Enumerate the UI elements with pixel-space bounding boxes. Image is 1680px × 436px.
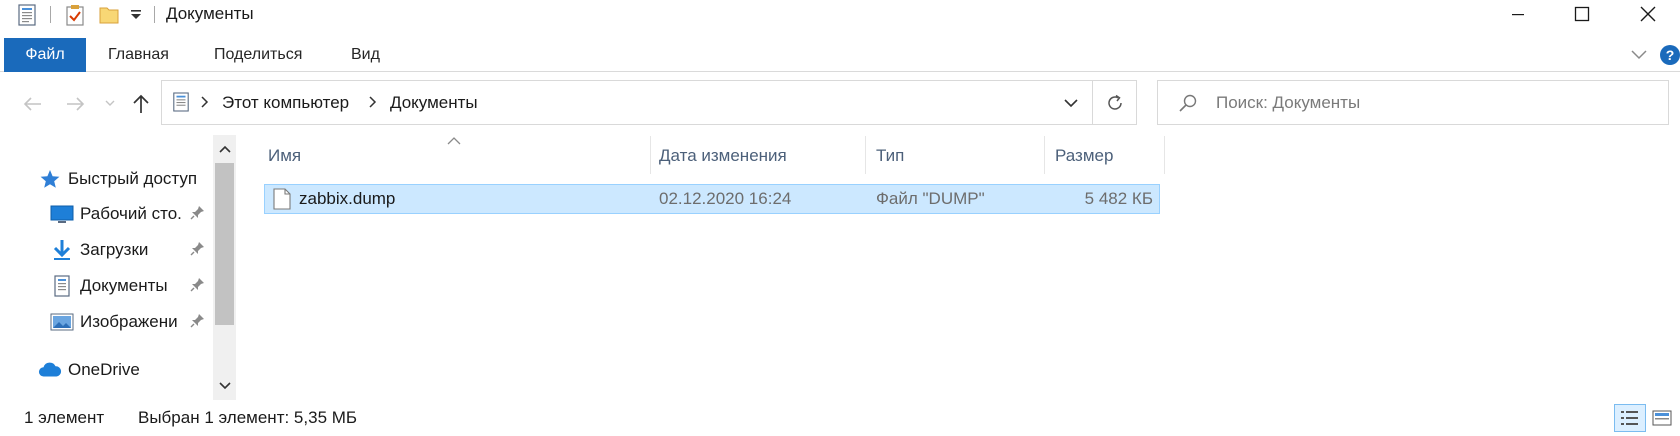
- back-button[interactable]: [16, 88, 48, 120]
- separator: [50, 6, 51, 23]
- maximize-button[interactable]: [1550, 0, 1614, 28]
- search-icon: [1178, 93, 1198, 118]
- tab-share[interactable]: Поделиться: [214, 38, 302, 72]
- forward-button[interactable]: [60, 88, 92, 120]
- chevron-down-icon: [105, 100, 115, 106]
- title-bar: Документы: [0, 0, 1680, 30]
- address-bar[interactable]: Этот компьютер Документы: [161, 80, 1093, 125]
- column-separator[interactable]: [1164, 136, 1165, 174]
- scroll-thumb[interactable]: [215, 163, 234, 325]
- file-date: 02.12.2020 16:24: [659, 189, 792, 208]
- column-header-type[interactable]: Тип: [876, 140, 904, 172]
- sort-ascending-icon: [447, 132, 461, 150]
- file-row[interactable]: zabbix.dump 02.12.2020 16:24 Файл "DUMP"…: [264, 184, 1160, 214]
- breadcrumb-chevron-icon[interactable]: [200, 95, 210, 114]
- downloads-icon: [50, 238, 74, 262]
- chevron-down-icon: [1064, 98, 1078, 107]
- document-folder-icon: [172, 91, 190, 118]
- tab-file[interactable]: Файл: [4, 38, 86, 72]
- pin-icon[interactable]: [188, 238, 208, 258]
- nav-label: OneDrive: [68, 360, 140, 379]
- star-icon: [38, 167, 62, 191]
- file-icon: [273, 188, 291, 215]
- window-title: Документы: [166, 4, 254, 23]
- nav-label: Рабочий сто.: [80, 204, 182, 223]
- documents-icon: [50, 274, 74, 298]
- search-input[interactable]: Поиск: Документы: [1216, 93, 1360, 113]
- refresh-button[interactable]: [1093, 80, 1137, 125]
- scroll-up-icon[interactable]: [213, 137, 236, 161]
- tab-view[interactable]: Вид: [351, 38, 380, 72]
- nav-item-onedrive[interactable]: OneDrive: [38, 355, 140, 385]
- pin-icon[interactable]: [188, 310, 208, 330]
- nav-label: Быстрый доступ: [68, 169, 198, 188]
- breadcrumb-chevron-icon[interactable]: [368, 95, 378, 114]
- search-box[interactable]: Поиск: Документы: [1157, 80, 1669, 125]
- pin-icon[interactable]: [188, 274, 208, 294]
- navigation-pane: Быстрый доступ Рабочий сто. Загрузки Док…: [0, 135, 238, 400]
- status-bar: 1 элемент Выбран 1 элемент: 5,35 МБ: [0, 402, 1680, 432]
- nav-scrollbar[interactable]: [213, 135, 236, 400]
- separator: [154, 6, 155, 23]
- refresh-icon: [1107, 94, 1122, 110]
- item-count: 1 элемент: [24, 408, 105, 427]
- column-separator[interactable]: [865, 136, 866, 174]
- nav-item-desktop[interactable]: Рабочий сто.: [50, 199, 182, 229]
- nav-label: Загрузки: [80, 240, 149, 259]
- close-button[interactable]: [1616, 0, 1680, 28]
- dropdown-arrow-icon[interactable]: [126, 3, 146, 27]
- details-view-button[interactable]: [1614, 404, 1646, 432]
- ribbon-tabs: Файл Главная Поделиться Вид ?: [0, 38, 1680, 72]
- document-folder-icon[interactable]: [14, 3, 40, 27]
- recent-locations-button[interactable]: [100, 88, 120, 120]
- help-icon[interactable]: ?: [1658, 42, 1680, 68]
- address-history-button[interactable]: [1049, 80, 1093, 125]
- properties-check-icon[interactable]: [62, 3, 88, 27]
- file-size: 5 482 КБ: [1084, 189, 1153, 208]
- column-header-date[interactable]: Дата изменения: [659, 140, 787, 172]
- scroll-down-icon[interactable]: [213, 374, 236, 398]
- column-separator[interactable]: [1044, 136, 1045, 174]
- nav-label: Изображени: [80, 312, 178, 331]
- close-icon: [1640, 6, 1656, 22]
- new-folder-icon[interactable]: [96, 3, 122, 27]
- tab-home[interactable]: Главная: [108, 38, 169, 72]
- breadcrumb-this-pc[interactable]: Этот компьютер: [222, 93, 349, 113]
- large-icons-view-button[interactable]: [1646, 404, 1678, 432]
- back-arrow-icon: [23, 97, 41, 111]
- up-arrow-icon: [133, 94, 149, 113]
- pin-icon[interactable]: [188, 202, 208, 222]
- svg-text:?: ?: [1666, 47, 1675, 63]
- nav-label: Документы: [80, 276, 168, 295]
- file-name[interactable]: zabbix.dump: [299, 189, 395, 209]
- nav-item-documents[interactable]: Документы: [50, 271, 168, 301]
- up-button[interactable]: [126, 88, 156, 120]
- breadcrumb-documents[interactable]: Документы: [390, 93, 478, 113]
- file-type: Файл "DUMP": [876, 189, 985, 208]
- onedrive-cloud-icon: [38, 358, 62, 382]
- details-view-icon: [1621, 411, 1638, 425]
- maximize-icon: [1574, 6, 1590, 22]
- column-header-size[interactable]: Размер: [1055, 140, 1113, 172]
- chevron-down-icon[interactable]: [1628, 44, 1650, 66]
- nav-item-pictures[interactable]: Изображени: [50, 307, 178, 337]
- desktop-icon: [50, 202, 74, 226]
- pictures-icon: [50, 310, 74, 334]
- minimize-button[interactable]: [1486, 0, 1550, 28]
- column-header-name[interactable]: Имя: [268, 140, 301, 172]
- selection-info: Выбран 1 элемент: 5,35 МБ: [138, 408, 358, 427]
- nav-item-quick-access[interactable]: Быстрый доступ: [38, 164, 197, 194]
- column-separator[interactable]: [650, 136, 651, 174]
- large-icons-view-icon: [1652, 410, 1672, 426]
- forward-arrow-icon: [67, 97, 85, 111]
- minimize-icon: [1512, 14, 1524, 16]
- nav-item-downloads[interactable]: Загрузки: [50, 235, 148, 265]
